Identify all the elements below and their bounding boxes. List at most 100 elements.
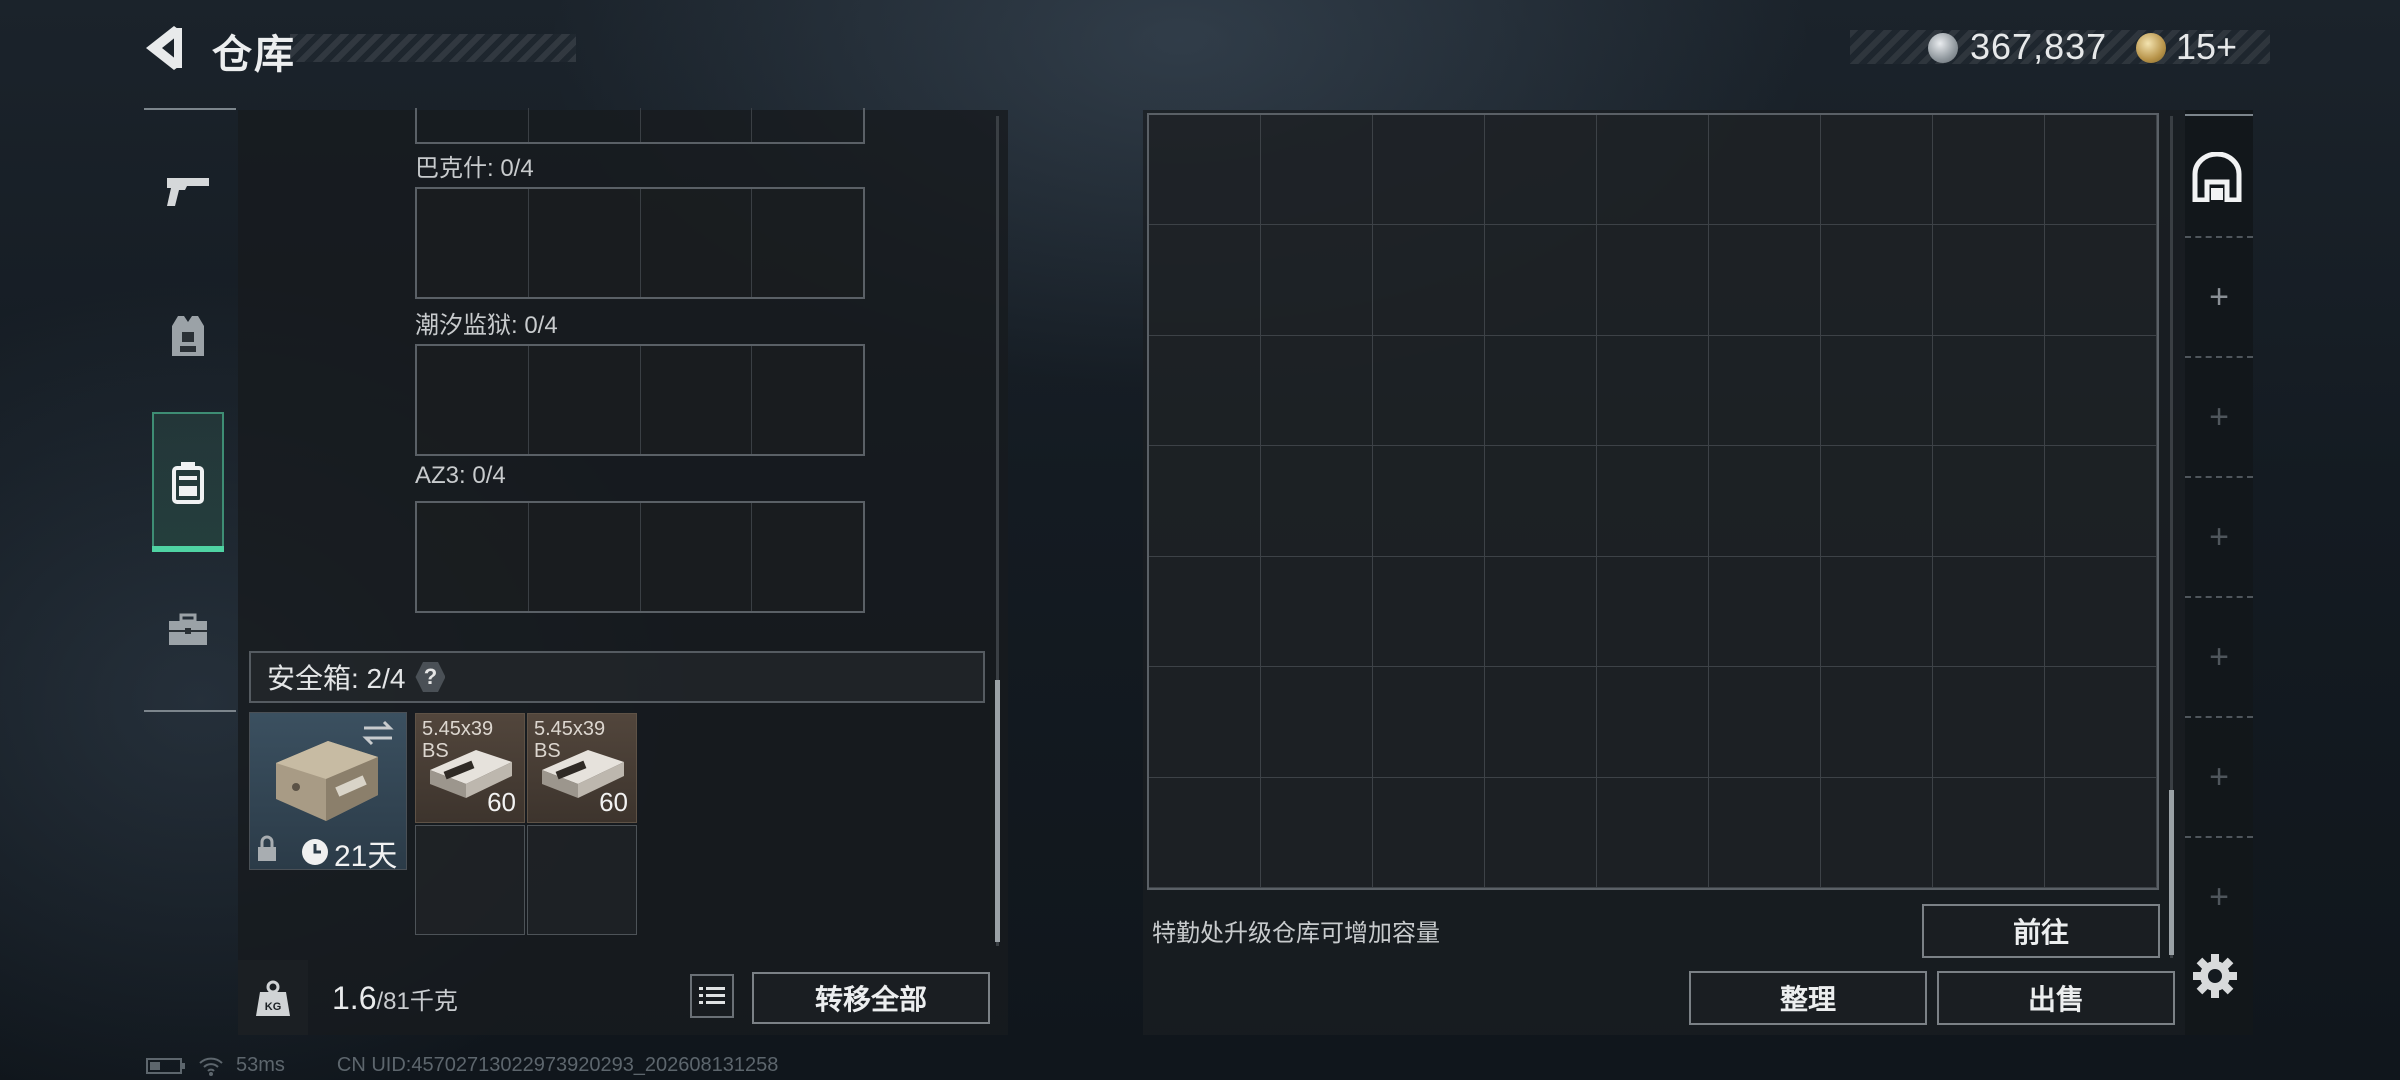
vest-icon [172, 316, 204, 356]
storage-grid[interactable] [1147, 113, 2159, 890]
storage-cell[interactable] [1597, 225, 1709, 336]
storage-cell[interactable] [1373, 777, 1485, 888]
storage-cell[interactable] [1485, 446, 1597, 557]
storage-cell[interactable] [1821, 556, 1933, 668]
storage-cell[interactable] [1261, 667, 1373, 778]
storage-cell[interactable] [2045, 335, 2157, 447]
storage-cell[interactable] [1821, 115, 1933, 226]
storage-cell[interactable] [1821, 225, 1933, 336]
sort-button[interactable]: 整理 [1689, 971, 1927, 1025]
safe-box-label: 安全箱: 2/4 [267, 663, 406, 694]
storage-cell[interactable] [1709, 556, 1821, 668]
storage-cell[interactable] [1597, 446, 1709, 557]
list-view-button[interactable] [690, 974, 734, 1018]
container-label: 潮汐监狱: 0/4 [415, 312, 558, 339]
storage-cell[interactable] [1933, 225, 2045, 336]
clock-icon [302, 839, 328, 865]
swap-icon[interactable] [360, 719, 396, 747]
storage-cell[interactable] [1149, 556, 1261, 668]
storage-cell[interactable] [2045, 777, 2157, 888]
storage-cell[interactable] [1261, 446, 1373, 557]
storage-cell[interactable] [1261, 556, 1373, 668]
storage-cell[interactable] [1597, 115, 1709, 226]
scrollbar-thumb[interactable] [2169, 790, 2174, 955]
storage-cell[interactable] [1933, 115, 2045, 226]
silver-coin-icon [1928, 33, 1958, 63]
storage-cell[interactable] [2045, 556, 2157, 668]
sidebar-item-case[interactable] [152, 594, 224, 666]
storage-tab-main[interactable] [2191, 151, 2243, 207]
ammo-item[interactable]: 5.45x39 BS 60 [527, 713, 637, 823]
add-tab-button[interactable]: + [2200, 278, 2238, 316]
storage-cell[interactable] [1933, 335, 2045, 447]
storage-cell[interactable] [1709, 335, 1821, 447]
storage-cell[interactable] [1821, 667, 1933, 778]
storage-cell[interactable] [2045, 225, 2157, 336]
storage-cell[interactable] [1149, 777, 1261, 888]
storage-cell[interactable] [1261, 335, 1373, 447]
sell-button[interactable]: 出售 [1937, 971, 2175, 1025]
settings-button[interactable] [2192, 953, 2238, 1004]
storage-cell[interactable] [1485, 777, 1597, 888]
storage-cell[interactable] [1149, 335, 1261, 447]
storage-cell[interactable] [1933, 446, 2045, 557]
storage-cell[interactable] [1709, 115, 1821, 226]
storage-cell[interactable] [1485, 115, 1597, 226]
storage-cell[interactable] [1933, 556, 2045, 668]
safe-box-case[interactable]: 21天 [249, 712, 407, 873]
tab-divider [2185, 716, 2253, 718]
storage-cell[interactable] [1597, 667, 1709, 778]
back-button[interactable] [140, 24, 190, 72]
storage-cell[interactable] [2045, 667, 2157, 778]
storage-cell[interactable] [1709, 667, 1821, 778]
storage-cell[interactable] [1933, 777, 2045, 888]
storage-cell[interactable] [1149, 667, 1261, 778]
backpack-icon [172, 462, 204, 504]
storage-cell[interactable] [1597, 556, 1709, 668]
storage-cell[interactable] [1597, 777, 1709, 888]
storage-cell[interactable] [1373, 556, 1485, 668]
storage-cell[interactable] [1149, 115, 1261, 226]
sidebar-item-gear[interactable] [152, 300, 224, 372]
storage-cell[interactable] [1373, 446, 1485, 557]
storage-cell[interactable] [1597, 335, 1709, 447]
storage-cell[interactable] [1261, 115, 1373, 226]
storage-cell[interactable] [1821, 777, 1933, 888]
help-icon[interactable]: ? [415, 662, 446, 692]
storage-cell[interactable] [1373, 225, 1485, 336]
scrollbar-thumb[interactable] [995, 680, 1000, 942]
goto-button[interactable]: 前往 [1922, 904, 2160, 958]
storage-cell[interactable] [1149, 225, 1261, 336]
storage-cell[interactable] [2045, 115, 2157, 226]
sidebar-item-weapons[interactable] [152, 154, 224, 226]
storage-cell[interactable] [1709, 777, 1821, 888]
storage-cell[interactable] [1373, 115, 1485, 226]
storage-cell[interactable] [1485, 225, 1597, 336]
storage-cell[interactable] [1261, 225, 1373, 336]
storage-cell[interactable] [1373, 667, 1485, 778]
storage-cell[interactable] [1821, 446, 1933, 557]
storage-cell[interactable] [1933, 667, 2045, 778]
empty-slot[interactable] [415, 825, 525, 935]
storage-cell[interactable] [1485, 335, 1597, 447]
ammo-item[interactable]: 5.45x39 BS 60 [415, 713, 525, 823]
storage-cell[interactable] [1149, 446, 1261, 557]
wifi-icon [199, 1057, 223, 1076]
plus-icon: + [2209, 517, 2229, 556]
locked-tab-slot: + [2200, 878, 2238, 916]
transfer-all-button[interactable]: 转移全部 [752, 972, 990, 1024]
storage-cell[interactable] [1373, 335, 1485, 447]
storage-cell[interactable] [1709, 446, 1821, 557]
storage-cell[interactable] [1485, 556, 1597, 668]
storage-cell[interactable] [1485, 667, 1597, 778]
empty-slot[interactable] [527, 825, 637, 935]
storage-cell[interactable] [1821, 335, 1933, 447]
container-grid[interactable] [415, 501, 865, 613]
storage-cell[interactable] [2045, 446, 2157, 557]
container-grid[interactable] [415, 187, 865, 299]
storage-cell[interactable] [1261, 777, 1373, 888]
storage-cell[interactable] [1709, 225, 1821, 336]
container-grid[interactable] [415, 344, 865, 456]
weight-lock-button[interactable]: KG [238, 960, 308, 1035]
back-arrow-icon [146, 26, 182, 70]
